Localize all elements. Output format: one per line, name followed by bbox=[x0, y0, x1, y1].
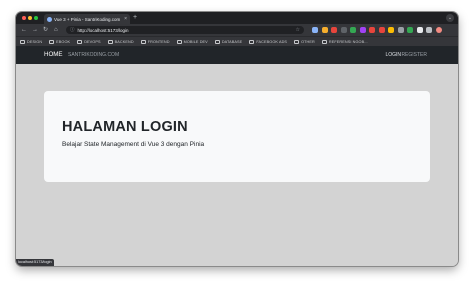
nav-home-link[interactable]: HOME bbox=[44, 51, 63, 58]
extension-icon[interactable] bbox=[350, 27, 356, 33]
login-card: HALAMAN LOGIN Belajar State Management d… bbox=[44, 91, 430, 182]
bookmark-label: BACKEND bbox=[114, 39, 134, 44]
status-bar: localhost:5173/login bbox=[16, 259, 54, 266]
bookmark-item[interactable]: FACEBOOK ADS bbox=[249, 39, 288, 44]
folder-icon bbox=[214, 39, 220, 44]
reload-icon[interactable]: ↻ bbox=[43, 26, 48, 34]
app-navbar: HOME SANTRIKODING.COM LOGIN REGISTER bbox=[16, 46, 458, 64]
extension-icon[interactable] bbox=[359, 27, 366, 33]
bookmark-label: DEVOPS bbox=[84, 39, 101, 44]
folder-icon bbox=[49, 39, 55, 44]
bookmark-item[interactable]: DESIGN bbox=[20, 39, 43, 44]
extension-icon[interactable] bbox=[397, 27, 404, 33]
bookmark-item[interactable]: OTHER bbox=[294, 39, 315, 44]
extension-icon[interactable] bbox=[416, 27, 423, 33]
extension-icon[interactable] bbox=[378, 27, 385, 33]
page-subtitle: Belajar State Management di Vue 3 dengan… bbox=[62, 141, 205, 148]
back-icon[interactable]: ← bbox=[21, 26, 27, 34]
forward-icon[interactable]: → bbox=[32, 26, 38, 34]
bookmark-item[interactable]: REFERENSI NGOB... bbox=[321, 39, 368, 44]
new-tab-button[interactable]: + bbox=[133, 14, 137, 22]
close-window-button[interactable] bbox=[22, 16, 26, 20]
minimize-window-button[interactable] bbox=[28, 16, 32, 20]
home-icon[interactable]: ⌂ bbox=[54, 26, 58, 34]
tab-active[interactable]: Vue 3 + Pinia - SantriKoding.com × bbox=[44, 14, 130, 24]
nav-register-link[interactable]: REGISTER bbox=[401, 52, 427, 58]
folder-icon bbox=[321, 39, 327, 44]
bookmark-item[interactable]: BACKEND bbox=[107, 39, 134, 44]
browser-window: Vue 3 + Pinia - SantriKoding.com × + ⌄ ←… bbox=[16, 12, 458, 266]
page-viewport: HOME SANTRIKODING.COM LOGIN REGISTER HAL… bbox=[16, 46, 458, 266]
extension-icon[interactable] bbox=[426, 27, 432, 33]
extension-icon[interactable] bbox=[331, 27, 337, 33]
bookmark-label: FACEBOOK ADS bbox=[256, 39, 288, 44]
profile-avatar-icon[interactable] bbox=[435, 27, 442, 33]
tab-search-button[interactable]: ⌄ bbox=[446, 14, 454, 22]
extension-icon[interactable] bbox=[388, 27, 394, 33]
page-title: HALAMAN LOGIN bbox=[62, 119, 188, 135]
bookmarks-bar: DESIGN EBOOK DEVOPS BACKEND FRONTEND MOBILE D… bbox=[16, 36, 458, 46]
bookmark-label: EBOOK bbox=[56, 39, 71, 44]
bookmark-star-icon[interactable]: ☆ bbox=[296, 27, 300, 33]
folder-icon bbox=[140, 39, 146, 44]
nav-login-link[interactable]: LOGIN bbox=[385, 52, 401, 58]
bookmark-item[interactable]: EBOOK bbox=[49, 39, 71, 44]
tab-strip: Vue 3 + Pinia - SantriKoding.com × + ⌄ bbox=[16, 12, 458, 24]
bookmark-item[interactable]: MOBILE DEV bbox=[176, 39, 208, 44]
folder-icon bbox=[176, 39, 182, 44]
bookmark-label: OTHER bbox=[301, 39, 315, 44]
extension-icon[interactable] bbox=[407, 27, 413, 33]
bookmark-label: DATABASE bbox=[221, 39, 243, 44]
address-bar[interactable]: ⓘ http://localhost:5173/login ☆ bbox=[66, 26, 304, 34]
nav-site-link[interactable]: SANTRIKODING.COM bbox=[68, 52, 119, 58]
bookmark-item[interactable]: DATABASE bbox=[214, 39, 243, 44]
extension-icon[interactable] bbox=[369, 27, 375, 33]
bookmark-label: REFERENSI NGOB... bbox=[328, 39, 368, 44]
extension-icon[interactable] bbox=[321, 27, 328, 33]
bookmark-label: FRONTEND bbox=[147, 39, 170, 44]
maximize-window-button[interactable] bbox=[34, 16, 38, 20]
bookmark-item[interactable]: DEVOPS bbox=[77, 39, 101, 44]
browser-toolbar: ← → ↻ ⌂ ⓘ http://localhost:5173/login ☆ bbox=[16, 24, 458, 36]
tab-title: Vue 3 + Pinia - SantriKoding.com bbox=[54, 16, 121, 22]
extension-icon[interactable] bbox=[340, 27, 347, 33]
extension-icon[interactable] bbox=[312, 27, 318, 33]
folder-icon bbox=[294, 39, 300, 44]
bookmark-label: MOBILE DEV bbox=[183, 39, 208, 44]
folder-icon bbox=[107, 39, 113, 44]
close-tab-icon[interactable]: × bbox=[124, 16, 127, 22]
info-icon[interactable]: ⓘ bbox=[70, 27, 75, 33]
folder-icon bbox=[20, 39, 25, 44]
folder-icon bbox=[249, 39, 255, 44]
favicon-icon bbox=[47, 16, 52, 22]
bookmark-item[interactable]: FRONTEND bbox=[140, 39, 170, 44]
folder-icon bbox=[77, 39, 83, 44]
bookmark-label: DESIGN bbox=[27, 39, 43, 44]
url-text: http://localhost:5173/login bbox=[77, 27, 129, 33]
